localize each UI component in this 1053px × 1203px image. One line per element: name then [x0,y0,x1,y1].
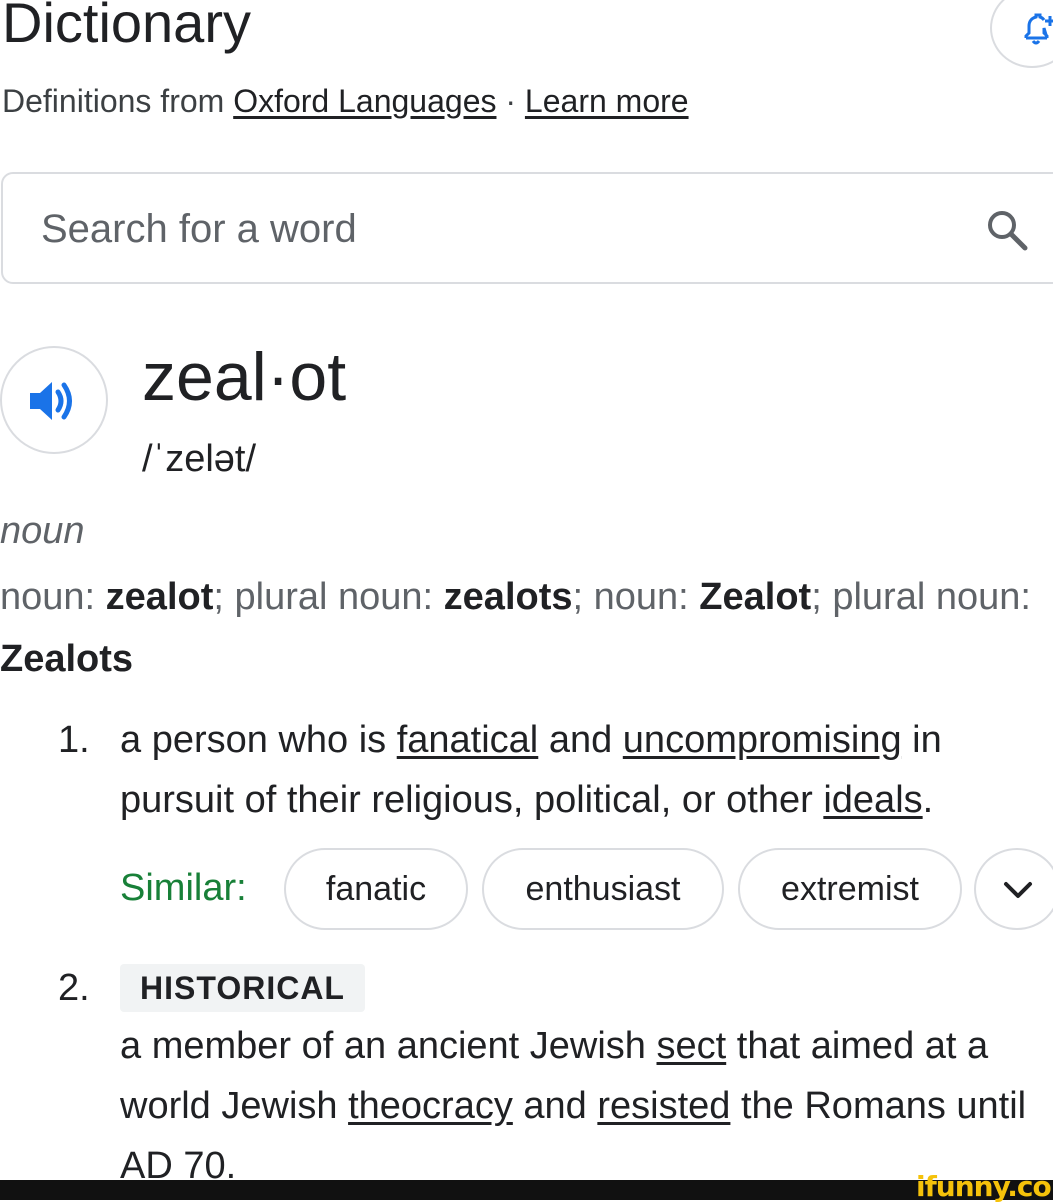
definition-text: a member of an ancient Jewish sect that … [120,1016,1053,1196]
definition-text-part: and [512,1085,598,1127]
word-forms: noun: zealot; plural noun: zealots; noun… [0,576,1031,680]
bell-add-icon [1024,13,1053,45]
form-word: zealots [443,576,573,618]
phonetic-spelling: /ˈzelət/ [142,438,257,480]
page-title: Dictionary [2,0,251,54]
usage-tag: HISTORICAL [120,964,365,1012]
similar-chip-extremist[interactable]: extremist [738,848,962,930]
speaker-icon [30,382,72,420]
chevron-down-icon [1004,882,1032,898]
link-resisted[interactable]: resisted [597,1085,730,1127]
form-label: noun [593,576,679,618]
similar-label: Similar: [120,867,247,909]
similar-chip-fanatic[interactable]: fanatic [284,848,468,930]
expand-similar-button[interactable] [974,848,1053,930]
form-label: noun [0,576,85,618]
link-fanatical[interactable]: fanatical [397,719,539,761]
learn-more-link[interactable]: Learn more [525,83,689,119]
source-prefix: Definitions from [2,83,225,119]
link-theocracy[interactable]: theocracy [348,1085,513,1127]
headword: zeal·ot [142,339,347,415]
pronunciation-audio-button[interactable] [0,346,108,454]
link-ideals[interactable]: ideals [823,779,922,821]
form-word: Zealot [699,576,812,618]
form-word: Zealots [0,638,134,680]
definition-text-part: a member of an ancient Jewish [120,1025,657,1067]
watermark-bar [0,1180,1053,1200]
definition-text-part: . [922,779,934,821]
search-input[interactable] [39,198,943,260]
form-word: zealot [105,576,214,618]
definition-text-part: and [538,719,623,761]
link-sect[interactable]: sect [657,1025,727,1067]
notification-bell-button[interactable] [990,0,1053,68]
definition-text: a person who is fanatical and uncompromi… [120,710,1053,830]
similar-chip-enthusiast[interactable]: enthusiast [482,848,724,930]
source-separator: · [505,83,517,119]
ifunny-watermark: ifunny.co [916,1170,1052,1203]
link-uncompromising[interactable]: uncompromising [623,719,902,761]
part-of-speech: noun [0,510,85,552]
source-line: Definitions from Oxford Languages · Lear… [2,80,689,122]
search-box[interactable] [1,172,1053,284]
form-label: plural noun [832,576,1021,618]
form-label: plural noun [234,576,423,618]
search-icon[interactable] [985,208,1029,252]
definition-number: 2. [58,967,90,1009]
definition-number: 1. [58,719,90,761]
definition-text-part: a person who is [120,719,397,761]
oxford-languages-link[interactable]: Oxford Languages [233,83,496,119]
